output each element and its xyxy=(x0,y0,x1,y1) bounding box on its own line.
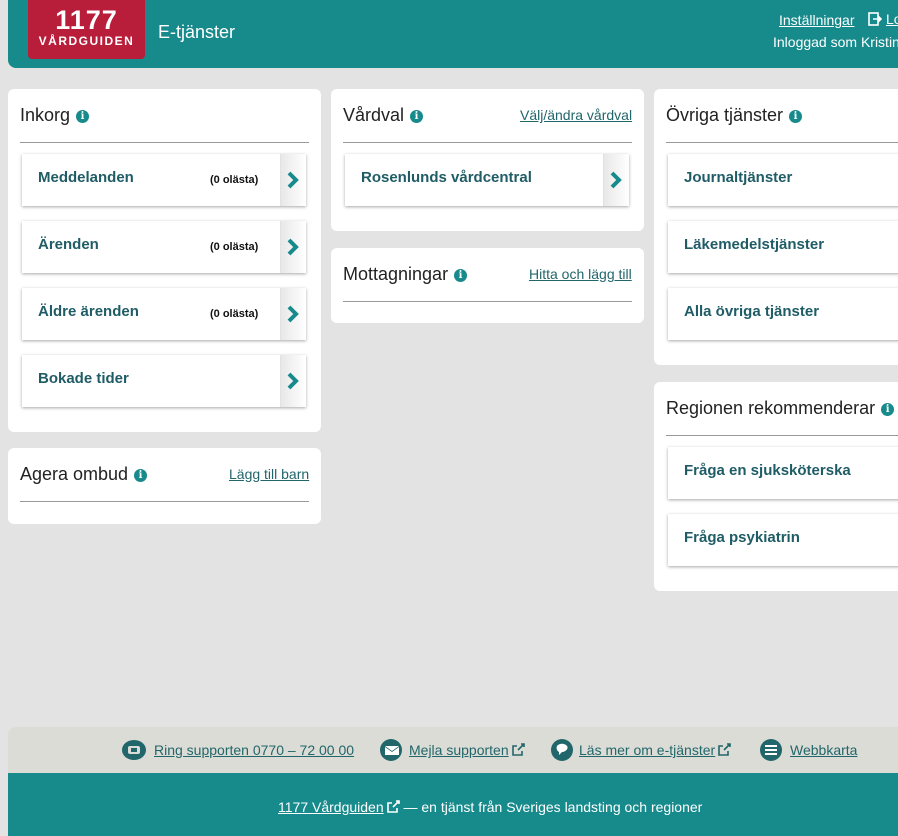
item-label: Rosenlunds vårdcentral xyxy=(361,169,532,186)
inkorg-title: Inkorg i xyxy=(20,105,90,126)
item-label: Journaltjänster xyxy=(684,169,793,186)
logged-in-text: Inloggad som Kristina xyxy=(773,34,898,50)
mail-icon xyxy=(379,738,405,765)
external-link-icon xyxy=(386,800,400,813)
unread-count: (0 olästa) xyxy=(210,308,259,320)
chevron-right-icon[interactable] xyxy=(280,355,306,407)
logo-number: 1177 xyxy=(55,5,118,35)
read-more-link[interactable]: Läs mer om e-tjänster xyxy=(551,739,731,761)
mottagningar-title: Mottagningar i xyxy=(343,264,468,285)
info-icon[interactable]: i xyxy=(410,110,424,123)
mail-support-label: Mejla supporten xyxy=(409,742,509,758)
inkorg-title-text: Inkorg xyxy=(20,105,71,125)
divider xyxy=(666,435,898,436)
info-icon[interactable]: i xyxy=(454,269,468,282)
divider xyxy=(343,301,632,302)
item-label: Äldre ärenden xyxy=(38,303,139,320)
change-vardval-link[interactable]: Välj/ändra vårdval xyxy=(520,107,632,123)
chevron-right-icon[interactable] xyxy=(280,221,306,273)
regionen-title: Regionen rekommenderar i xyxy=(666,398,895,419)
logo-name: VÅRDGUIDEN xyxy=(38,34,135,48)
item-label: Ärenden xyxy=(38,236,99,253)
read-more-label: Läs mer om e-tjänster xyxy=(579,742,716,758)
add-child-link[interactable]: Lägg till barn xyxy=(229,466,309,482)
logout-label: Logga ut xyxy=(886,11,898,27)
regionen-title-text: Regionen rekommenderar xyxy=(666,398,876,418)
inkorg-item-meddelanden[interactable]: Meddelanden (0 olästa) xyxy=(22,154,306,206)
logout-link[interactable]: Logga ut xyxy=(868,11,898,29)
divider xyxy=(20,501,309,502)
list-icon xyxy=(759,738,785,765)
item-label: Meddelanden xyxy=(38,169,134,186)
divider xyxy=(20,142,309,143)
external-link-icon xyxy=(511,743,525,756)
mottagningar-title-text: Mottagningar xyxy=(343,264,449,284)
agera-ombud-title-text: Agera ombud xyxy=(20,464,129,484)
regionen-item-sjukskoterska[interactable]: Fråga en sjuksköterska xyxy=(668,447,898,499)
phone-icon xyxy=(121,738,147,765)
mail-support-link[interactable]: Mejla supporten xyxy=(380,739,525,761)
chevron-right-icon[interactable] xyxy=(603,154,629,206)
footer-text: 1177 Vårdguiden — en tjänst från Sverige… xyxy=(278,799,702,815)
info-icon[interactable]: i xyxy=(789,110,803,123)
settings-link[interactable]: Inställningar xyxy=(779,12,855,28)
footer-tagline: — en tjänst från Sveriges landsting och … xyxy=(399,799,703,815)
item-label: Bokade tider xyxy=(38,370,129,387)
info-icon[interactable]: i xyxy=(134,469,148,482)
vardval-title-text: Vårdval xyxy=(343,105,405,125)
unread-count: (0 olästa) xyxy=(210,174,259,186)
inkorg-panel: Inkorg i Meddelanden (0 olästa) Ärenden (… xyxy=(8,89,321,432)
inkorg-item-aldre-arenden[interactable]: Äldre ärenden (0 olästa) xyxy=(22,288,306,340)
phone-support-label: Ring supporten 0770 – 72 00 00 xyxy=(154,742,355,758)
divider xyxy=(343,142,632,143)
vardguiden-logo[interactable]: 1177 VÅRDGUIDEN xyxy=(28,0,145,59)
vardval-panel: Vårdval i Välj/ändra vårdval Rosenlunds v… xyxy=(331,89,644,231)
chevron-right-icon[interactable] xyxy=(280,154,306,206)
sitemap-link[interactable]: Webbkarta xyxy=(760,739,858,761)
chat-icon xyxy=(550,738,576,765)
info-icon[interactable]: i xyxy=(76,110,90,123)
vardval-title: Vårdval i xyxy=(343,105,424,126)
footer: 1177 Vårdguiden — en tjänst från Sverige… xyxy=(8,773,898,836)
ovriga-tjanster-title-text: Övriga tjänster xyxy=(666,105,784,125)
agera-ombud-panel: Agera ombud i Lägg till barn xyxy=(8,448,321,524)
ovriga-item-lakemedel[interactable]: Läkemedelstjänster xyxy=(668,221,898,273)
inkorg-item-arenden[interactable]: Ärenden (0 olästa) xyxy=(22,221,306,273)
support-bar: Ring supporten 0770 – 72 00 00 Mejla sup… xyxy=(8,727,898,773)
ovriga-item-journal[interactable]: Journaltjänster xyxy=(668,154,898,206)
vardval-item-rosenlund[interactable]: Rosenlunds vårdcentral xyxy=(345,154,629,206)
phone-support-link[interactable]: Ring supporten 0770 – 72 00 00 xyxy=(122,740,355,760)
item-label: Fråga en sjuksköterska xyxy=(684,462,851,479)
logout-icon xyxy=(868,12,883,29)
external-link-icon xyxy=(718,743,731,756)
sitemap-label: Webbkarta xyxy=(790,742,858,758)
ovriga-tjanster-panel: Övriga tjänster i Journaltjänster Läkemed… xyxy=(654,89,898,365)
agera-ombud-title: Agera ombud i xyxy=(20,464,148,485)
ovriga-tjanster-title: Övriga tjänster i xyxy=(666,105,803,126)
app-title: E-tjänster xyxy=(158,22,236,42)
regionen-item-psykiatrin[interactable]: Fråga psykiatrin xyxy=(668,514,898,566)
mottagningar-panel: Mottagningar i Hitta och lägg till xyxy=(331,248,644,323)
item-label: Alla övriga tjänster xyxy=(684,303,820,320)
chevron-right-icon[interactable] xyxy=(280,288,306,340)
info-icon[interactable]: i xyxy=(881,403,895,416)
footer-1177-link[interactable]: 1177 Vårdguiden xyxy=(278,799,384,815)
regionen-panel: Regionen rekommenderar i Fråga en sjukskö… xyxy=(654,382,898,591)
item-label: Fråga psykiatrin xyxy=(684,529,800,546)
item-label: Läkemedelstjänster xyxy=(684,236,825,253)
inkorg-item-bokade-tider[interactable]: Bokade tider xyxy=(22,355,306,407)
ovriga-item-alla[interactable]: Alla övriga tjänster xyxy=(668,288,898,340)
find-and-add-link[interactable]: Hitta och lägg till xyxy=(529,266,632,282)
unread-count: (0 olästa) xyxy=(210,241,259,253)
top-header: 1177 VÅRDGUIDEN E-tjänster Inställningar… xyxy=(8,0,898,68)
divider xyxy=(666,142,898,143)
